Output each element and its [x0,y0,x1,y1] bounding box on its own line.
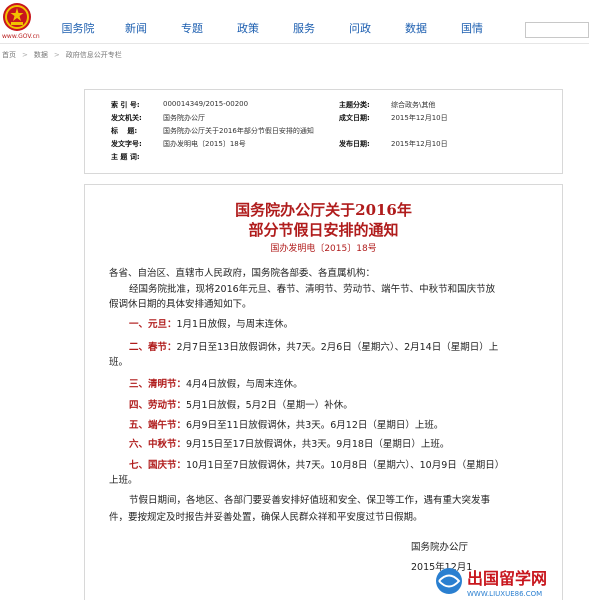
holiday-label: 六、中秋节： [129,439,187,450]
created-date-label: 成文日期: [339,114,370,122]
holiday-label: 三、清明节： [129,379,187,390]
national-emblem-icon[interactable] [2,2,32,32]
holiday-text: 1月1日放假，与周末连休。 [176,319,294,330]
intro-line1: 经国务院批准，现将2016年元旦、春节、清明节、劳动节、端午节、中秋节和国庆节放 [129,284,496,295]
nav-item-data[interactable]: 数据 [388,20,444,40]
holiday-text: 10月1日至7日放假调休，共7天。10月8日（星期六）、10月9日（星期日） [186,460,505,471]
category-label: 主题分类: [339,101,370,109]
intro-line2: 假调休日期的具体安排通知如下。 [109,299,252,310]
watermark-url: WWW.LIUXUE86.COM [467,590,542,598]
holiday-label: 七、国庆节： [129,460,187,471]
index-value: 000014349/2015-00200 [163,100,249,108]
doc-number-value: 国办发明电〔2015〕18号 [163,140,246,148]
site-url: www.GOV.cn [2,33,40,40]
nav-item-state-council[interactable]: 国务院 [48,20,108,40]
holiday-text: 上班。 [109,475,138,486]
holiday-text: 班。 [109,357,129,368]
holiday-label: 一、元旦： [129,319,177,330]
main-nav: 国务院 新闻 专题 政策 服务 问政 数据 国情 [48,20,500,40]
holiday-text: 5月1日放假，5月2日（星期一）补休。 [186,400,353,411]
document-title-line1: 国务院办公厅关于2016年 [235,201,412,219]
list-item: 一、元旦：1月1日放假，与周末连休。 [129,318,293,332]
published-date-value: 2015年12月10日 [391,140,448,148]
document-metadata: 索 引 号: 000014349/2015-00200 主题分类: 综合政务\其… [84,89,563,174]
list-item-continued: 上班。 [109,474,138,488]
closing-line2: 件，要按规定及时报告并妥善处置，确保人民群众祥和平安度过节日假期。 [109,512,423,523]
issuer-label: 发文机关: [111,114,142,122]
index-label: 索 引 号: [111,101,140,109]
meta-row-docno: 发文字号: 国办发明电〔2015〕18号 发布日期: 2015年12月10日 [85,139,562,153]
nav-item-policy[interactable]: 政策 [220,20,276,40]
list-item: 三、清明节：4月4日放假，与周末连休。 [129,378,303,392]
meta-row-index: 索 引 号: 000014349/2015-00200 主题分类: 综合政务\其… [85,100,562,114]
meta-row-subject: 主 题 词: [85,152,562,166]
closing-line1: 节假日期间，各地区、各部门要妥善安排好值班和安全、保卫等工作，遇有重大突发事 [129,495,491,506]
nav-item-topics[interactable]: 专题 [164,20,220,40]
holiday-label: 二、春节： [129,342,177,353]
category-value: 综合政务\其他 [391,101,436,109]
breadcrumb-separator: > [53,51,60,59]
subject-label: 主 题 词: [111,153,140,161]
nav-item-services[interactable]: 服务 [276,20,332,40]
list-item: 七、国庆节：10月1日至7日放假调休，共7天。10月8日（星期六）、10月9日（… [129,459,504,473]
nav-item-inquiry[interactable]: 问政 [332,20,388,40]
breadcrumb-home[interactable]: 首页 [2,50,16,60]
top-header: www.GOV.cn 国务院 新闻 专题 政策 服务 问政 数据 国情 [0,0,589,44]
created-date-value: 2015年12月10日 [391,114,448,122]
document-number: 国办发明电〔2015〕18号 [270,244,377,254]
holiday-text: 9月15日至17日放假调休，共3天。9月18日（星期日）上班。 [186,439,450,450]
holiday-label: 五、端午节： [129,420,187,431]
breadcrumb-separator: > [22,51,28,59]
published-date-label: 发布日期: [339,140,370,148]
list-item: 六、中秋节：9月15日至17日放假调休，共3天。9月18日（星期日）上班。 [129,438,449,452]
issuer-value: 国务院办公厅 [163,114,205,122]
nav-item-news[interactable]: 新闻 [108,20,164,40]
list-item: 五、端午节：6月9日至11日放假调休，共3天。6月12日（星期日）上班。 [129,419,443,433]
watermark-text: 出国留学网 [467,569,547,588]
watermark-logo: 出国留学网 WWW.LIUXUE86.COM [436,568,547,598]
meta-row-title: 标 题: 国务院办公厅关于2016年部分节假日安排的通知 [85,126,562,140]
title-label: 标 题: [111,127,138,135]
search-input[interactable] [525,22,589,38]
breadcrumb-gov-info[interactable]: 政府信息公开专栏 [66,50,122,60]
title-value: 国务院办公厅关于2016年部分节假日安排的通知 [163,127,314,135]
addressee: 各省、自治区、直辖市人民政府，国务院各部委、各直属机构： [109,268,376,279]
list-item-continued: 班。 [109,356,128,370]
document-body: 国务院办公厅关于2016年 部分节假日安排的通知 国办发明电〔2015〕18号 … [84,184,563,600]
breadcrumb-data[interactable]: 数据 [34,50,48,60]
breadcrumb: 首页 > 数据 > 政府信息公开专栏 [2,50,128,60]
holiday-text: 6月9日至11日放假调休，共3天。6月12日（星期日）上班。 [186,420,444,431]
meta-row-issuer: 发文机关: 国务院办公厅 成文日期: 2015年12月10日 [85,113,562,127]
list-item: 四、劳动节：5月1日放假，5月2日（星期一）补休。 [129,399,353,413]
holiday-label: 四、劳动节： [129,400,187,411]
holiday-text: 4月4日放假，与周末连休。 [186,379,303,390]
signature: 国务院办公厅 [411,542,469,553]
holiday-text: 2月7日至13日放假调休，共7天。2月6日（星期六）、2月14日（星期日）上 [176,342,499,353]
list-item: 二、春节：2月7日至13日放假调休，共7天。2月6日（星期六）、2月14日（星期… [129,341,498,355]
document-title-line2: 部分节假日安排的通知 [248,221,399,239]
doc-number-label: 发文字号: [111,140,142,148]
nav-item-national-info[interactable]: 国情 [444,20,500,40]
